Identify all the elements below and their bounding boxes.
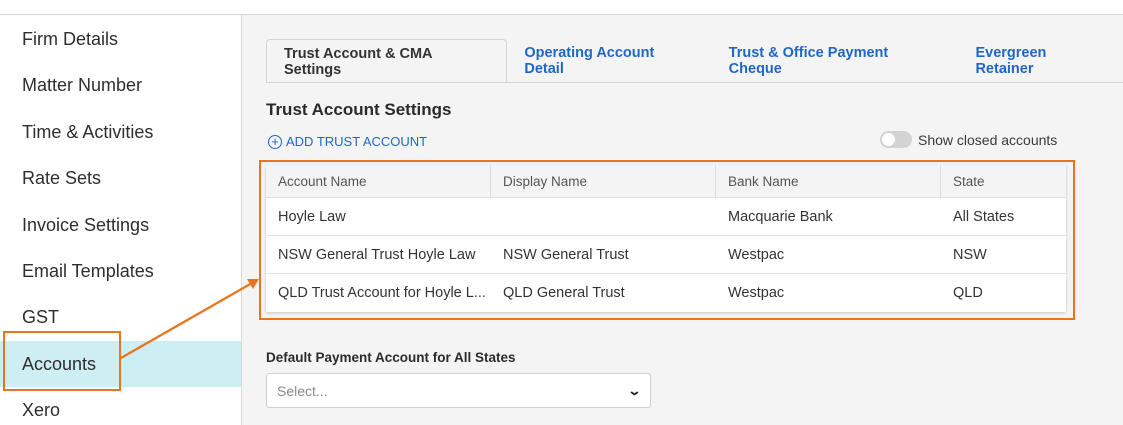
tab-payment-cheque[interactable]: Trust & Office Payment Cheque	[712, 39, 959, 83]
accounts-highlight-annotation	[3, 331, 121, 391]
add-trust-account-label: ADD TRUST ACCOUNT	[286, 134, 428, 149]
settings-tabs: Trust Account & CMA Settings Operating A…	[266, 39, 1123, 83]
sidebar-item-xero[interactable]: Xero	[0, 387, 241, 425]
sidebar-item-firm-details[interactable]: Firm Details	[0, 16, 241, 62]
sidebar-item-matter-number[interactable]: Matter Number	[0, 62, 241, 108]
sidebar-item-email-templates[interactable]: Email Templates	[0, 248, 241, 294]
show-closed-toggle[interactable]	[880, 131, 912, 148]
default-payment-select[interactable]: Select... ⌄	[266, 373, 651, 408]
toggle-knob	[882, 133, 895, 146]
tab-operating-account[interactable]: Operating Account Detail	[507, 39, 711, 83]
add-trust-account-button[interactable]: + ADD TRUST ACCOUNT	[268, 134, 427, 149]
show-closed-accounts: Show closed accounts	[880, 131, 1057, 148]
default-payment-label: Default Payment Account for All States	[266, 350, 516, 365]
sidebar-item-time-activities[interactable]: Time & Activities	[0, 109, 241, 155]
tab-evergreen-retainer[interactable]: Evergreen Retainer	[958, 39, 1123, 83]
sidebar-item-rate-sets[interactable]: Rate Sets	[0, 155, 241, 201]
sidebar-item-invoice-settings[interactable]: Invoice Settings	[0, 202, 241, 248]
chevron-down-icon: ⌄	[627, 382, 642, 398]
plus-circle-icon: +	[268, 134, 282, 149]
show-closed-label: Show closed accounts	[918, 131, 1058, 148]
tab-divider	[266, 82, 1123, 83]
tab-trust-account-cma[interactable]: Trust Account & CMA Settings	[266, 39, 508, 83]
section-title: Trust Account Settings	[266, 100, 452, 119]
top-bar	[0, 0, 1123, 15]
select-placeholder: Select...	[277, 382, 328, 399]
table-highlight-annotation	[259, 160, 1075, 320]
